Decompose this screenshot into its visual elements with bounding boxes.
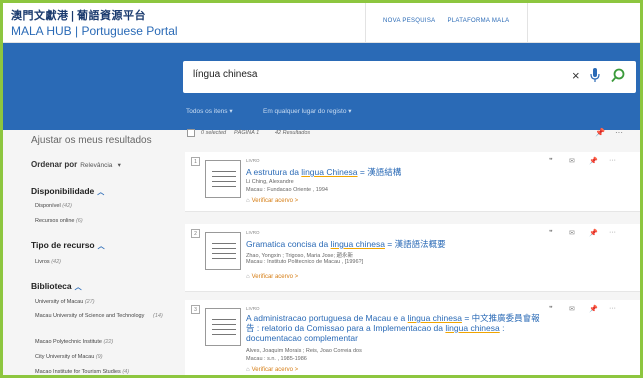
availability-link[interactable]: ⌂ Verificar acervo > xyxy=(246,198,298,204)
logo-chinese: 澳門文獻港 | 葡語資源平台 xyxy=(11,9,147,22)
top-header: 澳門文獻港 | 葡語資源平台 MALA HUB | Portuguese Porta… xyxy=(3,3,640,43)
library-icon: ⌂ xyxy=(246,367,250,373)
chevron-down-icon: ▾ xyxy=(117,162,121,169)
email-icon[interactable]: ✉ xyxy=(569,229,575,237)
chevron-down-icon: ▾ xyxy=(229,108,233,115)
facet-item[interactable]: Disponível (42) xyxy=(35,203,72,209)
page-indicator: PÁGINA 1 xyxy=(234,130,260,136)
quote-icon[interactable]: ❞ xyxy=(549,229,553,237)
facet-item-count: (14) xyxy=(153,313,163,319)
search-band: × Todos os itens ▾ Em qualquer lugar do … xyxy=(3,43,640,130)
result-card[interactable]: 3 LIVRO A administracao portuguesa de Ma… xyxy=(185,300,640,375)
more-icon[interactable]: ··· xyxy=(609,157,616,164)
search-box: × xyxy=(183,61,636,93)
pin-icon[interactable]: 📌 xyxy=(589,305,598,313)
result-type: LIVRO xyxy=(246,158,260,163)
result-publisher: Macau : Instituto Politecnico de Macau ,… xyxy=(246,259,364,265)
availability-link[interactable]: ⌂ Verificar acervo > xyxy=(246,367,298,373)
result-number: 1 xyxy=(191,157,200,166)
chevron-up-icon: ︿ xyxy=(97,189,105,196)
result-title[interactable]: A estrutura da lingua Chinesa = 漢語結構 xyxy=(246,167,546,177)
facet-item[interactable]: Macao Institute for Tourism Studies (4) xyxy=(35,369,129,375)
select-all-checkbox[interactable] xyxy=(187,129,195,137)
facet-item[interactable]: Macao Polytechnic Institute (22) xyxy=(35,339,113,345)
result-publisher: Macau : s.n. , 1985-1986 xyxy=(246,356,307,362)
field-dropdown[interactable]: Em qualquer lugar do registo ▾ xyxy=(263,107,352,115)
results-toolbar: 0 selected PÁGINA 1 42 Resultados 📌 ··· xyxy=(185,128,639,144)
library-icon: ⌂ xyxy=(246,198,250,204)
header-divider xyxy=(365,3,366,43)
facet-resource-type[interactable]: Tipo de recurso ︿ xyxy=(31,240,105,251)
more-icon[interactable]: ··· xyxy=(609,305,616,312)
sort-control[interactable]: Ordenar por Relevância ▾ xyxy=(31,160,121,169)
result-title[interactable]: Gramatica concisa da lingua chinesa = 漢語… xyxy=(246,239,546,249)
search-input[interactable] xyxy=(193,69,493,80)
logo-english: MALA HUB | Portuguese Portal xyxy=(11,24,178,38)
pin-icon[interactable]: 📌 xyxy=(589,229,598,237)
book-icon xyxy=(205,232,241,270)
close-icon[interactable]: × xyxy=(572,68,580,83)
nav-new-search[interactable]: NOVA PESQUISA xyxy=(383,18,435,24)
more-icon[interactable]: ··· xyxy=(609,229,616,236)
result-publisher: Macau : Fundacao Oriente , 1994 xyxy=(246,187,328,193)
header-divider xyxy=(527,3,528,43)
chevron-up-icon: ︿ xyxy=(74,284,82,291)
facet-item[interactable]: Recursos online (6) xyxy=(35,218,83,224)
result-card[interactable]: 1 LIVRO A estrutura da lingua Chinesa = … xyxy=(185,152,640,212)
quote-icon[interactable]: ❞ xyxy=(549,305,553,313)
microphone-icon[interactable] xyxy=(590,68,600,86)
chevron-down-icon: ▾ xyxy=(348,108,352,115)
result-number: 3 xyxy=(191,305,200,314)
facet-item[interactable]: City University of Macau (9) xyxy=(35,354,103,360)
book-icon xyxy=(205,308,241,346)
app-frame: 澳門文獻港 | 葡語資源平台 MALA HUB | Portuguese Porta… xyxy=(0,0,643,378)
more-icon[interactable]: ··· xyxy=(615,128,623,137)
refine-title: Ajustar os meus resultados xyxy=(31,135,152,146)
availability-link[interactable]: ⌂ Verificar acervo > xyxy=(246,274,298,280)
search-icon[interactable] xyxy=(611,68,625,86)
results-list: 0 selected PÁGINA 1 42 Resultados 📌 ··· … xyxy=(181,128,640,375)
chevron-up-icon: ︿ xyxy=(97,243,105,250)
result-title[interactable]: A administracao portuguesa de Macau e a … xyxy=(246,313,546,343)
scope-dropdown[interactable]: Todos os itens ▾ xyxy=(186,107,233,115)
pin-icon[interactable]: 📌 xyxy=(589,157,598,165)
email-icon[interactable]: ✉ xyxy=(569,157,575,165)
result-author: Alves, Joaquim Morais ; Reis, Joao Corre… xyxy=(246,348,362,354)
quote-icon[interactable]: ❞ xyxy=(549,157,553,165)
facet-item[interactable]: Macau University of Science and Technolo… xyxy=(35,313,155,320)
site-logo[interactable]: 澳門文獻港 | 葡語資源平台 MALA HUB | Portuguese Porta… xyxy=(11,7,178,38)
result-type: LIVRO xyxy=(246,306,260,311)
main-nav: NOVA PESQUISA PLATAFORMA MALA xyxy=(383,18,519,24)
library-icon: ⌂ xyxy=(246,274,250,280)
result-author: Li Ching, Alexandre xyxy=(246,179,294,185)
facet-availability[interactable]: Disponibilidade ︿ xyxy=(31,186,104,197)
result-number: 2 xyxy=(191,229,200,238)
facet-library[interactable]: Biblioteca ︿ xyxy=(31,281,82,292)
result-type: LIVRO xyxy=(246,230,260,235)
facet-item[interactable]: University of Macau (27) xyxy=(35,299,95,305)
email-icon[interactable]: ✉ xyxy=(569,305,575,313)
refine-panel: Ajustar os meus resultados Ordenar por Re… xyxy=(3,130,181,375)
result-count: 42 Resultados xyxy=(275,130,311,136)
facet-item[interactable]: Livros (42) xyxy=(35,259,61,265)
selected-count: 0 selected xyxy=(201,130,227,136)
book-icon xyxy=(205,160,241,198)
result-card[interactable]: 2 LIVRO Gramatica concisa da lingua chin… xyxy=(185,224,640,292)
result-author: Zhao, Yongxin ; Trigoso, Maria Jose; 趙永新 xyxy=(246,253,353,259)
nav-mala-platform[interactable]: PLATAFORMA MALA xyxy=(447,18,509,24)
pin-icon[interactable]: 📌 xyxy=(595,128,605,137)
